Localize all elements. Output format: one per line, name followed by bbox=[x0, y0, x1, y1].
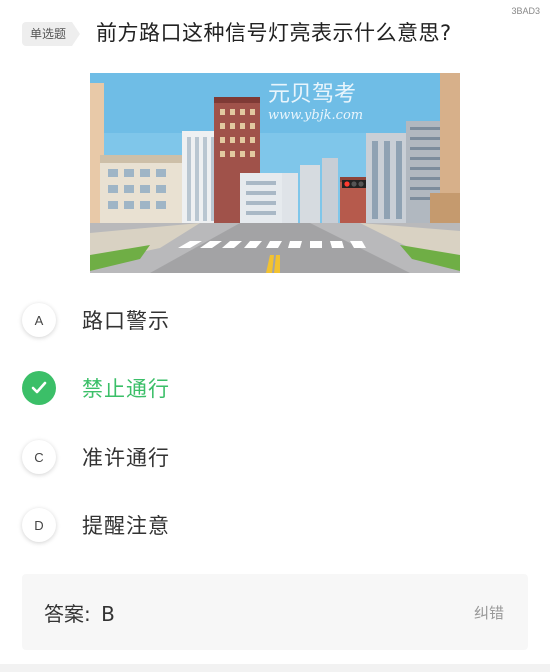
option-c-text: 准许通行 bbox=[82, 446, 170, 470]
question-id: 3BAD3 bbox=[511, 6, 540, 16]
report-error-button[interactable]: 纠错 bbox=[474, 602, 504, 623]
check-icon bbox=[22, 371, 56, 405]
option-b[interactable]: 禁止通行 bbox=[22, 368, 170, 408]
question-type-badge: 单选题 bbox=[22, 22, 80, 46]
question-image: 元贝驾考 www.ybjk.com bbox=[90, 73, 460, 273]
answer-text: 答案: B bbox=[44, 598, 115, 627]
option-c-letter: C bbox=[22, 440, 56, 474]
option-d-text: 提醒注意 bbox=[82, 514, 170, 538]
watermark-url: www.ybjk.com bbox=[268, 108, 363, 123]
bottom-divider bbox=[0, 664, 550, 672]
option-c[interactable]: C 准许通行 bbox=[22, 437, 170, 477]
option-d-letter: D bbox=[22, 508, 56, 542]
option-d[interactable]: D 提醒注意 bbox=[22, 505, 170, 545]
option-a[interactable]: A 路口警示 bbox=[22, 300, 170, 340]
answer-panel: 答案: B 纠错 bbox=[22, 574, 528, 650]
option-a-text: 路口警示 bbox=[82, 309, 170, 333]
watermark-title: 元贝驾考 bbox=[268, 82, 356, 107]
question-text: 前方路口这种信号灯亮表示什么意思? bbox=[96, 21, 452, 45]
option-b-text: 禁止通行 bbox=[82, 377, 170, 401]
answer-label: 答案: bbox=[44, 602, 91, 626]
option-a-letter: A bbox=[22, 303, 56, 337]
answer-value: B bbox=[101, 602, 115, 626]
